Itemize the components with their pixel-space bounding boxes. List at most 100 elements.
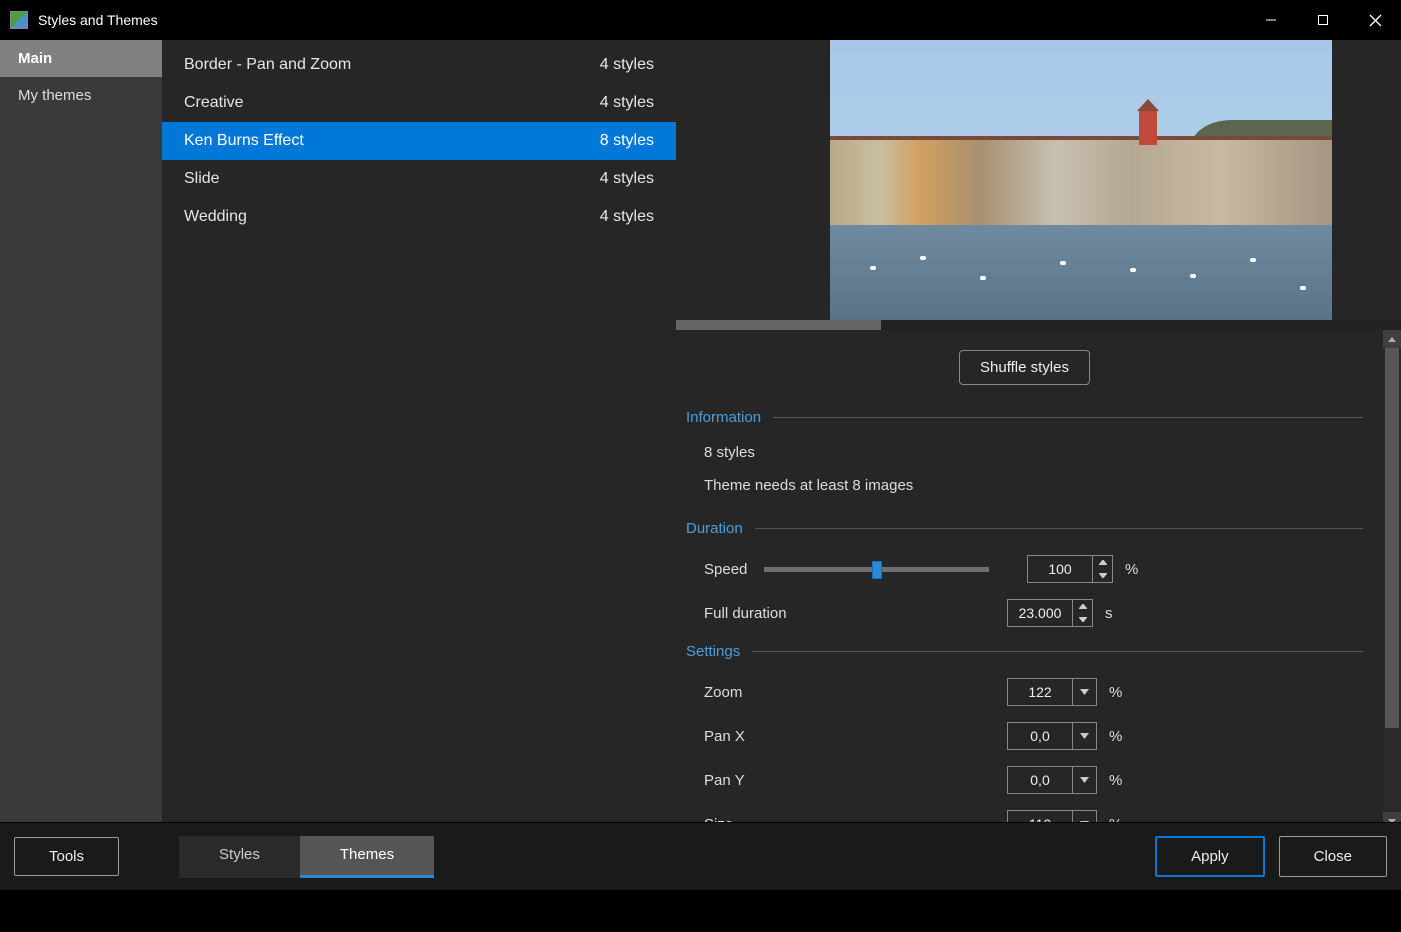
tab-label: Styles (219, 846, 260, 863)
chevron-down-icon (1080, 821, 1089, 822)
preview-scrollbar-thumb[interactable] (676, 320, 881, 330)
preview-swan (920, 256, 926, 260)
theme-row[interactable]: Creative 4 styles (162, 84, 676, 122)
scrollbar-thumb[interactable] (1385, 348, 1399, 728)
chevron-down-icon (1080, 733, 1089, 739)
pan-y-combo (1007, 766, 1097, 794)
preview-swan (1060, 261, 1066, 265)
speed-slider[interactable] (764, 567, 989, 572)
theme-name: Creative (184, 94, 244, 112)
theme-count: 4 styles (600, 170, 654, 188)
param-row-pan-y: Pan Y % (704, 766, 1363, 794)
preview-swan (870, 266, 876, 270)
minimize-button[interactable] (1245, 0, 1297, 40)
theme-list: Border - Pan and Zoom 4 styles Creative … (162, 40, 676, 822)
maximize-button[interactable] (1297, 0, 1349, 40)
theme-count: 4 styles (600, 208, 654, 226)
tab-styles[interactable]: Styles (179, 836, 300, 878)
info-requirement: Theme needs at least 8 images (704, 477, 1363, 494)
preview-swan (1250, 258, 1256, 262)
pan-y-dropdown-button[interactable] (1072, 767, 1096, 793)
preview-buildings (830, 140, 1332, 230)
theme-row-selected[interactable]: Ken Burns Effect 8 styles (162, 122, 676, 160)
full-duration-input[interactable] (1008, 600, 1072, 626)
spinner-up-button[interactable] (1073, 600, 1092, 613)
info-styles-count: 8 styles (704, 444, 1363, 461)
shuffle-styles-button[interactable]: Shuffle styles (959, 350, 1090, 385)
section-header-settings: Settings (686, 643, 1363, 660)
section-title: Information (686, 409, 761, 426)
zoom-dropdown-button[interactable] (1072, 679, 1096, 705)
zoom-combo (1007, 678, 1097, 706)
tools-button[interactable]: Tools (14, 837, 119, 876)
details-panel: Shuffle styles Information 8 styles Them… (676, 330, 1401, 822)
size-unit: % (1109, 816, 1122, 823)
speed-input[interactable] (1028, 556, 1092, 582)
param-row-zoom: Zoom % (704, 678, 1363, 706)
pan-x-unit: % (1109, 728, 1122, 745)
zoom-input[interactable] (1008, 679, 1072, 705)
section-title: Settings (686, 643, 740, 660)
theme-count: 8 styles (600, 132, 654, 150)
size-input[interactable] (1008, 811, 1072, 822)
pan-x-input[interactable] (1008, 723, 1072, 749)
param-row-full-duration: Full duration s (704, 599, 1363, 627)
theme-row[interactable]: Slide 4 styles (162, 160, 676, 198)
preview-tower (1139, 111, 1157, 145)
theme-row[interactable]: Wedding 4 styles (162, 198, 676, 236)
theme-name: Slide (184, 170, 220, 188)
sidebar-item-label: Main (18, 50, 52, 67)
scrollbar-down-button[interactable] (1383, 812, 1401, 822)
titlebar: Styles and Themes (0, 0, 1401, 40)
pan-x-dropdown-button[interactable] (1072, 723, 1096, 749)
scrollbar-track[interactable] (1383, 348, 1401, 812)
preview-swan (1300, 286, 1306, 290)
chevron-up-icon (1388, 337, 1396, 342)
preview-zone (676, 40, 1401, 320)
speed-slider-thumb[interactable] (872, 561, 882, 579)
param-label: Size (704, 816, 804, 823)
pan-x-combo (1007, 722, 1097, 750)
param-row-pan-x: Pan X % (704, 722, 1363, 750)
pan-y-input[interactable] (1008, 767, 1072, 793)
theme-count: 4 styles (600, 56, 654, 74)
close-button[interactable]: Close (1279, 836, 1387, 877)
spinner-up-button[interactable] (1093, 556, 1112, 569)
size-dropdown-button[interactable] (1072, 811, 1096, 822)
chevron-down-icon (1079, 617, 1087, 622)
window-title: Styles and Themes (38, 12, 1245, 28)
sidebar: Main My themes (0, 40, 162, 822)
window-close-button[interactable] (1349, 0, 1401, 40)
pan-y-unit: % (1109, 772, 1122, 789)
theme-row[interactable]: Border - Pan and Zoom 4 styles (162, 46, 676, 84)
full-duration-spinner (1072, 600, 1092, 626)
divider (773, 417, 1363, 418)
full-duration-unit: s (1105, 605, 1113, 622)
param-label: Full duration (704, 605, 804, 622)
details-scrollbar[interactable] (1383, 330, 1401, 822)
chevron-down-icon (1080, 777, 1089, 783)
preview-water (830, 225, 1332, 320)
apply-button[interactable]: Apply (1155, 836, 1265, 877)
preview-scrollbar[interactable] (676, 320, 1401, 330)
param-label: Pan X (704, 728, 804, 745)
param-row-speed: Speed % (704, 555, 1363, 583)
tab-themes[interactable]: Themes (300, 836, 434, 878)
scrollbar-up-button[interactable] (1383, 330, 1401, 348)
sidebar-item-main[interactable]: Main (0, 40, 162, 77)
chevron-down-icon (1080, 689, 1089, 695)
sidebar-item-my-themes[interactable]: My themes (0, 77, 162, 114)
divider (755, 528, 1363, 529)
window-controls (1245, 0, 1401, 40)
spinner-down-button[interactable] (1093, 569, 1112, 582)
param-row-size: Size % (704, 810, 1363, 822)
app-icon (10, 11, 28, 29)
chevron-down-icon (1388, 819, 1396, 823)
spinner-down-button[interactable] (1073, 613, 1092, 626)
preview-swan (1130, 268, 1136, 272)
section-title: Duration (686, 520, 743, 537)
theme-name: Border - Pan and Zoom (184, 56, 351, 74)
theme-name: Ken Burns Effect (184, 132, 304, 150)
minimize-icon (1265, 14, 1277, 26)
sidebar-item-label: My themes (18, 87, 91, 104)
